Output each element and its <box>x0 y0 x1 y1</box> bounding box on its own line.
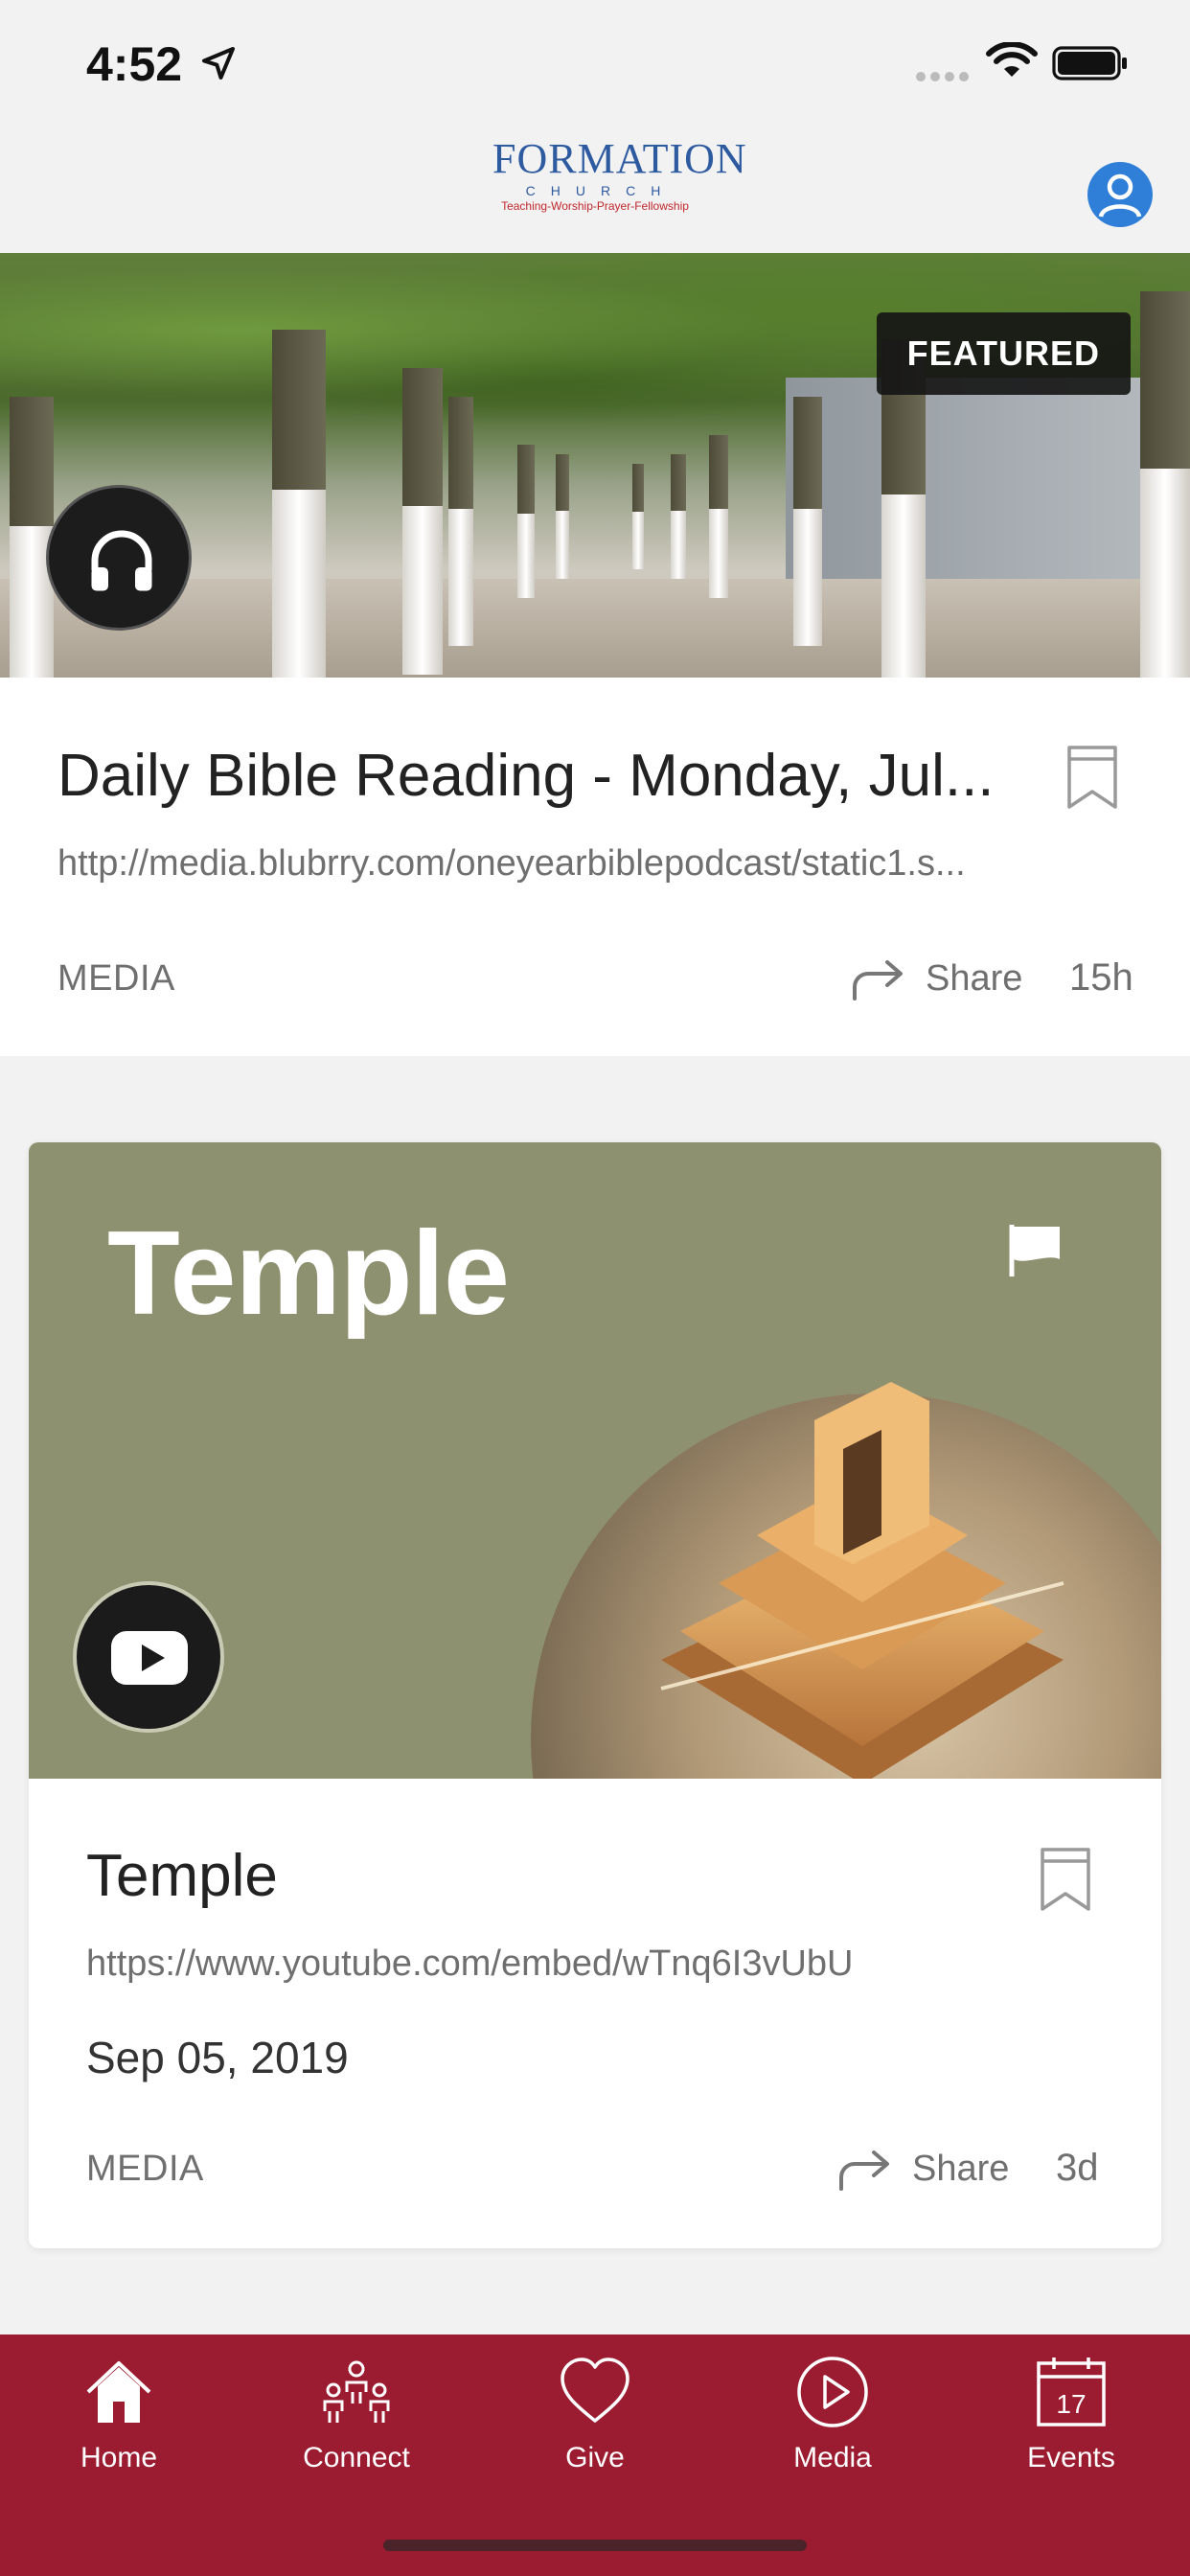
headphones-icon <box>91 530 152 591</box>
tree-trunk <box>272 330 326 678</box>
featured-badge: FEATURED <box>876 312 1131 395</box>
featured-url: http://media.blubrry.com/oneyearbiblepod… <box>57 843 966 884</box>
tab-label: Events <box>1027 2442 1115 2473</box>
media-card[interactable]: Temple Temple https://www.youtube.com/em… <box>29 1142 1161 2248</box>
location-arrow-icon <box>202 47 235 80</box>
media-share-button[interactable]: Share <box>837 2140 1009 2197</box>
tree-trunk <box>556 454 569 579</box>
tab-label: Connect <box>303 2442 410 2473</box>
cellular-signal-icon <box>916 72 969 81</box>
media-title[interactable]: Temple <box>86 1842 949 1910</box>
flag-icon <box>1009 1225 1060 1276</box>
media-age: 3d <box>1056 2147 1099 2189</box>
tree-trunk <box>517 445 535 598</box>
status-time: 4:52 <box>86 37 183 91</box>
people-icon <box>323 2360 390 2423</box>
app-header: FORMATION CHURCH Teaching-Worship-Prayer… <box>0 126 1190 253</box>
featured-title[interactable]: Daily Bible Reading - Monday, Jul... <box>57 742 996 810</box>
audio-media-badge <box>46 485 192 631</box>
wifi-icon <box>986 42 1038 77</box>
tree-trunk <box>402 368 443 675</box>
tab-label: Home <box>80 2442 158 2473</box>
heart-icon <box>561 2358 629 2423</box>
tree-trunk <box>448 397 473 646</box>
tab-bar: Home Connect Give Media 17 Events <box>0 2334 1190 2576</box>
tab-give[interactable]: Give <box>499 2354 691 2497</box>
tab-label: Give <box>565 2442 625 2473</box>
share-label: Share <box>912 2148 1010 2189</box>
share-arrow-icon <box>839 2150 889 2191</box>
share-arrow-icon <box>853 960 903 1000</box>
tab-events[interactable]: 17 Events <box>975 2354 1167 2497</box>
tree-trunk <box>632 464 644 569</box>
tree-trunk <box>671 454 686 579</box>
tree-trunk <box>1140 291 1190 678</box>
tab-connect[interactable]: Connect <box>261 2354 452 2497</box>
profile-icon[interactable] <box>1087 161 1154 228</box>
calendar-day: 17 <box>1056 2389 1086 2419</box>
share-label: Share <box>926 957 1023 999</box>
church-logo[interactable]: FORMATION CHURCH Teaching-Worship-Prayer… <box>492 135 747 243</box>
featured-share-button[interactable]: Share <box>851 950 1022 1007</box>
status-bar: 4:52 <box>0 0 1190 126</box>
featured-media-card[interactable]: FEATURED Daily Bible Reading - Monday, J… <box>0 253 1190 1056</box>
temple-thumbnail[interactable]: Temple <box>29 1142 1161 1779</box>
tab-home[interactable]: Home <box>23 2354 215 2497</box>
home-icon <box>86 2361 151 2423</box>
tree-trunk <box>10 397 54 678</box>
battery-icon <box>1052 46 1127 80</box>
featured-image[interactable]: FEATURED <box>0 253 1190 678</box>
media-category: MEDIA <box>86 2149 204 2189</box>
media-url: https://www.youtube.com/embed/wTnq6I3vUb… <box>86 1944 854 1984</box>
featured-category: MEDIA <box>57 958 175 999</box>
bookmark-icon[interactable] <box>1065 744 1119 811</box>
tree-trunk <box>793 397 822 646</box>
tab-media[interactable]: Media <box>737 2354 928 2497</box>
video-media-badge <box>73 1581 224 1733</box>
media-date: Sep 05, 2019 <box>86 2033 349 2082</box>
featured-age: 15h <box>1069 956 1133 999</box>
play-icon <box>797 2357 868 2427</box>
home-indicator[interactable] <box>383 2540 807 2551</box>
logo-subtitle: CHURCH <box>525 183 676 198</box>
logo-wordmark: FORMATION <box>492 135 747 182</box>
tab-label: Media <box>793 2442 872 2473</box>
temple-illustration <box>660 1382 1064 1779</box>
logo-tagline: Teaching-Worship-Prayer-Fellowship <box>501 199 689 213</box>
bookmark-icon[interactable] <box>1039 1846 1092 1913</box>
youtube-icon <box>111 1631 188 1685</box>
calendar-icon: 17 <box>1037 2358 1106 2426</box>
tree-trunk <box>709 435 728 598</box>
thumbnail-heading: Temple <box>107 1208 510 1340</box>
